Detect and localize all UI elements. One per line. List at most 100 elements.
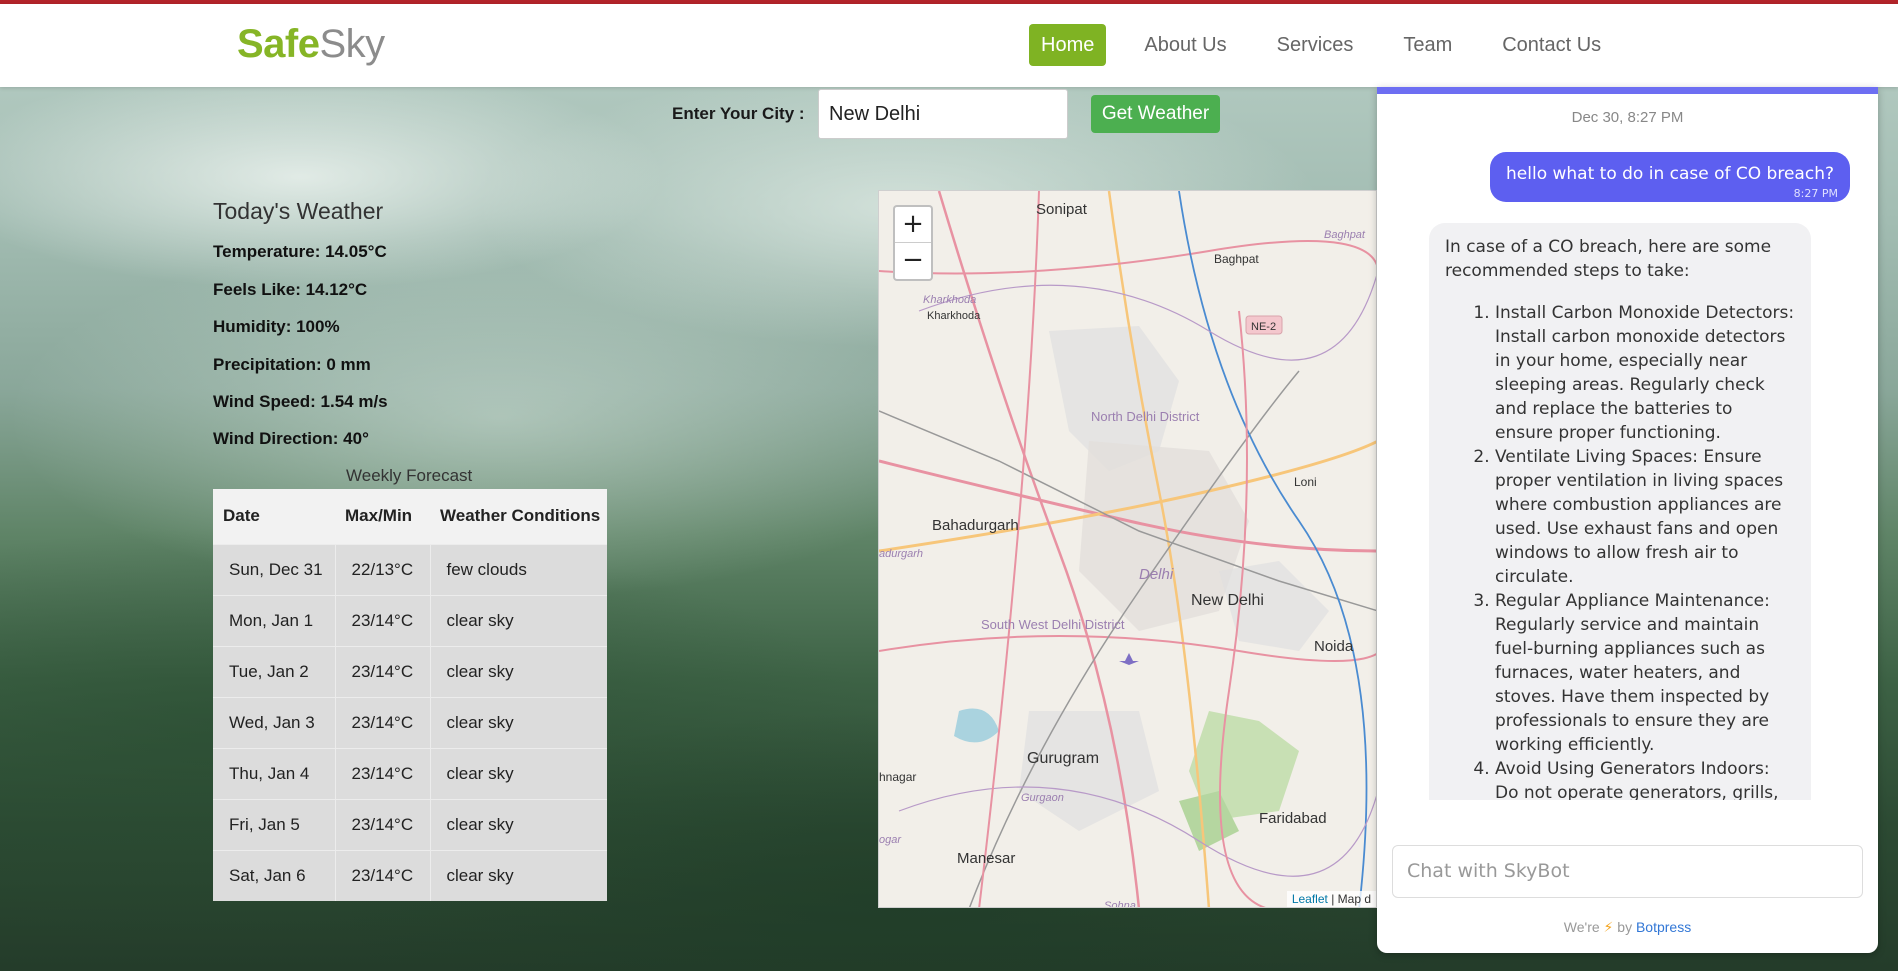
map-zoom-control: + −: [893, 205, 933, 281]
forecast-date: Sat, Jan 6: [213, 849, 336, 901]
user-message-bubble: hello what to do in case of CO breach? 8…: [1490, 152, 1850, 202]
table-row: Mon, Jan 1 23/14°C clear sky: [213, 594, 607, 646]
forecast-temp: 23/14°C: [335, 645, 431, 697]
temperature-line: Temperature: 14.05°C: [213, 242, 387, 261]
map-label-hnagar: hnagar: [879, 770, 916, 784]
table-row: Thu, Jan 4 23/14°C clear sky: [213, 747, 607, 799]
forecast-date: Wed, Jan 3: [213, 696, 336, 748]
forecast-conditions: clear sky: [430, 645, 607, 697]
map-label-gurugram: Gurugram: [1027, 750, 1099, 767]
map-label-sonipat: Sonipat: [1036, 201, 1088, 218]
navbar: SafeSky Home About Us Services Team Cont…: [0, 4, 1898, 87]
humidity-line: Humidity: 100%: [213, 317, 340, 336]
leaflet-link[interactable]: Leaflet: [1292, 892, 1328, 906]
main-nav: Home About Us Services Team Contact Us: [1029, 24, 1639, 66]
forecast-temp: 23/14°C: [335, 798, 431, 850]
forecast-date: Mon, Jan 1: [213, 594, 336, 646]
user-message-text: hello what to do in case of CO breach?: [1506, 164, 1834, 184]
list-item: Ventilate Living Spaces: Ensure proper v…: [1495, 445, 1795, 589]
table-row: Sun, Dec 31 22/13°C few clouds: [213, 543, 607, 595]
forecast-conditions: few clouds: [430, 543, 607, 595]
attribution-text: | Map d: [1327, 892, 1371, 906]
forecast-date: Thu, Jan 4: [213, 747, 336, 799]
zoom-out-button[interactable]: −: [895, 243, 931, 279]
forecast-conditions: clear sky: [430, 798, 607, 850]
map-label-baghpat: Baghpat: [1214, 252, 1259, 266]
powered-pre: We're: [1563, 919, 1600, 935]
chat-widget: Dec 30, 8:27 PM hello what to do in case…: [1377, 87, 1878, 953]
get-weather-button[interactable]: Get Weather: [1091, 95, 1220, 133]
map-label-loni: Loni: [1294, 475, 1317, 489]
list-item: Install Carbon Monoxide Detectors: Insta…: [1495, 301, 1795, 445]
table-row: Tue, Jan 2 23/14°C clear sky: [213, 645, 607, 697]
forecast-temp: 22/13°C: [335, 543, 431, 595]
list-item: Avoid Using Generators Indoors: Do not o…: [1495, 757, 1795, 800]
table-row: Sat, Jan 6 23/14°C clear sky: [213, 849, 607, 901]
feels-like-line: Feels Like: 14.12°C: [213, 280, 368, 299]
forecast-date: Fri, Jan 5: [213, 798, 336, 850]
map-label-ne2: NE-2: [1251, 321, 1276, 333]
brand-part-2: Sky: [319, 22, 386, 66]
zoom-in-button[interactable]: +: [895, 207, 931, 243]
powered-by-word: by: [1617, 919, 1633, 935]
wind-direction-line: Wind Direction: 40°: [213, 429, 369, 448]
forecast-temp: 23/14°C: [335, 849, 431, 901]
map-label-new-delhi: New Delhi: [1191, 592, 1264, 609]
column-header-conditions: Weather Conditions: [430, 489, 607, 544]
map-label-delhi: Delhi: [1139, 566, 1174, 583]
city-label: Enter Your City :: [672, 104, 805, 123]
bot-intro-text: In case of a CO breach, here are some re…: [1445, 237, 1772, 281]
today-weather-title: Today's Weather: [213, 198, 384, 224]
map-label-baghpat-district: Baghpat: [1324, 229, 1366, 241]
nav-team[interactable]: Team: [1391, 24, 1464, 66]
map-label-ogar: ogar: [879, 834, 902, 846]
nav-home[interactable]: Home: [1029, 24, 1107, 66]
weekly-forecast-title: Weekly Forecast: [346, 466, 473, 485]
forecast-conditions: clear sky: [430, 849, 607, 901]
forecast-table: Date Max/Min Weather Conditions Sun, Dec…: [213, 489, 607, 901]
forecast-conditions: clear sky: [430, 696, 607, 748]
user-message-time: 8:27 PM: [1793, 187, 1838, 200]
bot-steps-list: Install Carbon Monoxide Detectors: Insta…: [1445, 301, 1795, 800]
lightning-icon: ⚡: [1603, 919, 1614, 935]
chat-date: Dec 30, 8:27 PM: [1571, 109, 1684, 126]
nav-contact-us[interactable]: Contact Us: [1490, 24, 1613, 66]
map-label-kharkhoda: Kharkhoda: [927, 310, 981, 322]
map-tiles: Sonipat Baghpat Baghpat Kharkhoda Kharkh…: [879, 191, 1376, 908]
precipitation-line: Precipitation: 0 mm: [213, 355, 371, 374]
wind-speed-line: Wind Speed: 1.54 m/s: [213, 392, 388, 411]
forecast-temp: 23/14°C: [335, 747, 431, 799]
nav-services[interactable]: Services: [1265, 24, 1366, 66]
city-map[interactable]: Sonipat Baghpat Baghpat Kharkhoda Kharkh…: [878, 190, 1377, 908]
bot-message-bubble: In case of a CO breach, here are some re…: [1429, 223, 1811, 800]
map-label-kharkhoda-district: Kharkhoda: [923, 294, 976, 306]
map-label-bahadurgarh: Bahadurgarh: [932, 517, 1019, 534]
map-label-gurgaon: Gurgaon: [1021, 792, 1064, 804]
city-input[interactable]: [818, 89, 1068, 139]
map-label-sohna: Sohna: [1104, 900, 1136, 908]
column-header-max-min: Max/Min: [335, 489, 430, 544]
map-label-north-delhi: North Delhi District: [1091, 409, 1200, 424]
map-label-noida: Noida: [1314, 638, 1354, 655]
nav-about-us[interactable]: About Us: [1132, 24, 1238, 66]
map-label-faridabad: Faridabad: [1259, 810, 1327, 827]
botpress-link[interactable]: Botpress: [1636, 919, 1691, 935]
map-label-adurgarh: adurgarh: [879, 548, 923, 560]
list-item: Regular Appliance Maintenance: Regularly…: [1495, 589, 1795, 757]
chat-input[interactable]: Chat with SkyBot: [1392, 845, 1863, 898]
column-header-date: Date: [213, 489, 335, 544]
forecast-date: Tue, Jan 2: [213, 645, 336, 697]
forecast-conditions: clear sky: [430, 747, 607, 799]
brand-logo[interactable]: SafeSky: [237, 22, 385, 67]
forecast-conditions: clear sky: [430, 594, 607, 646]
forecast-temp: 23/14°C: [335, 696, 431, 748]
chat-header-bar: [1377, 87, 1878, 94]
brand-part-1: Safe: [237, 22, 320, 66]
table-row: Fri, Jan 5 23/14°C clear sky: [213, 798, 607, 850]
forecast-temp: 23/14°C: [335, 594, 431, 646]
table-row: Wed, Jan 3 23/14°C clear sky: [213, 696, 607, 748]
map-label-manesar: Manesar: [957, 850, 1015, 867]
powered-by: We're ⚡ by Botpress: [1377, 919, 1878, 936]
map-attribution: Leaflet | Map d: [1286, 891, 1376, 907]
map-label-south-west-delhi: South West Delhi District: [981, 617, 1125, 632]
